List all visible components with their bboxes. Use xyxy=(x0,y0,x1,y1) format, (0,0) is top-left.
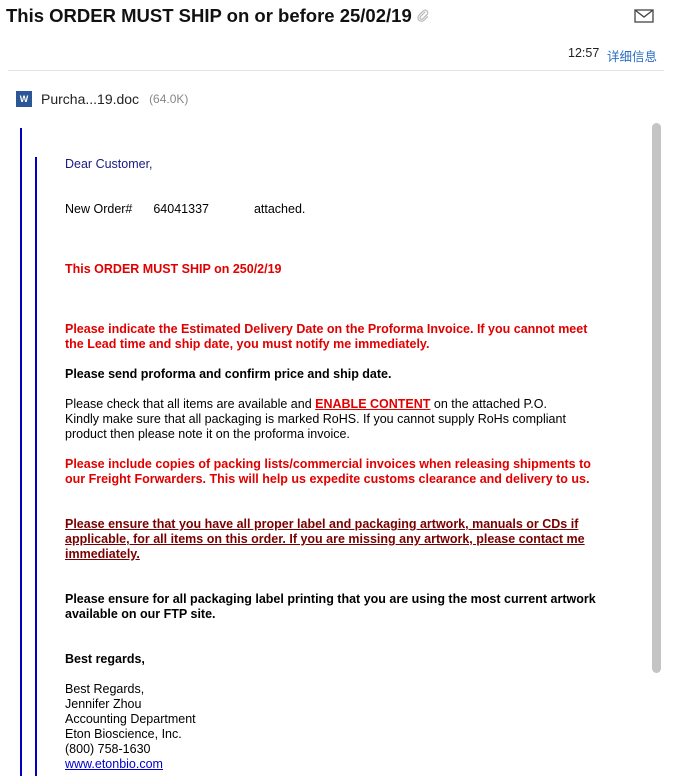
check-prefix: Please check that all items are availabl… xyxy=(65,397,316,411)
word-doc-icon: W xyxy=(16,91,32,107)
scrollbar-thumb[interactable] xyxy=(652,123,661,673)
signature-company: Eton Bioscience, Inc. xyxy=(65,727,182,741)
order-line: New Order# 64041337 attached. xyxy=(65,202,305,217)
must-ship-line: This ORDER MUST SHIP on 250/2/19 xyxy=(65,262,282,276)
signature-department: Accounting Department xyxy=(65,712,196,726)
envelope-icon[interactable] xyxy=(634,9,654,23)
attachment-item[interactable]: W Purcha...19.doc (64.0K) xyxy=(16,91,188,107)
enable-content-text: ENABLE CONTENT xyxy=(315,397,431,411)
packing-line-2: our Freight Forwarders. This will help u… xyxy=(65,472,590,486)
signature-website: www.etonbio.com xyxy=(65,757,163,772)
attachment-name[interactable]: Purcha...19.doc xyxy=(41,91,139,107)
artwork-line-1: Please ensure that you have all proper l… xyxy=(65,517,579,531)
check-suffix: on the attached P.O. xyxy=(430,397,547,411)
indicate-line-2: the Lead time and ship date, you must no… xyxy=(65,337,430,351)
quote-bar-inner xyxy=(35,157,37,776)
quote-bar-outer xyxy=(20,128,22,776)
subject-text: This ORDER MUST SHIP on or before 25/02/… xyxy=(6,5,412,26)
ftp-line-1: Please ensure for all packaging label pr… xyxy=(65,592,596,606)
ftp-line-2: available on our FTP site. xyxy=(65,607,216,621)
signature-phone: (800) 758-1630 xyxy=(65,742,151,756)
details-link[interactable]: 详细信息 xyxy=(607,46,657,65)
best-regards-bold: Best regards, xyxy=(65,652,145,666)
header-divider xyxy=(8,70,664,71)
order-number: 64041337 xyxy=(153,202,209,216)
order-suffix: attached. xyxy=(253,202,306,216)
signature-regards: Best Regards, xyxy=(65,682,145,696)
email-subject: This ORDER MUST SHIP on or before 25/02/… xyxy=(6,5,430,27)
artwork-line-3: immediately. xyxy=(65,547,140,561)
order-label: New Order# xyxy=(65,202,133,216)
artwork-line-2: applicable, for all items on this order.… xyxy=(65,532,585,546)
rohs-line-2: product then please note it on the profo… xyxy=(65,427,350,441)
indicate-line-1: Please indicate the Estimated Delivery D… xyxy=(65,322,588,336)
check-items-line: Please check that all items are availabl… xyxy=(65,397,547,412)
signature-name: Jennifer Zhou xyxy=(65,697,142,711)
packing-line-1: Please include copies of packing lists/c… xyxy=(65,457,591,471)
send-proforma-line: Please send proforma and confirm price a… xyxy=(65,367,392,381)
received-time: 12:57 xyxy=(568,46,600,60)
greeting: Dear Customer, xyxy=(65,157,153,171)
paperclip-icon xyxy=(417,9,429,22)
rohs-line-1: Kindly make sure that all packaging is m… xyxy=(65,412,566,426)
website-link[interactable]: www.etonbio.com xyxy=(65,757,163,771)
attachment-size: (64.0K) xyxy=(149,92,189,106)
